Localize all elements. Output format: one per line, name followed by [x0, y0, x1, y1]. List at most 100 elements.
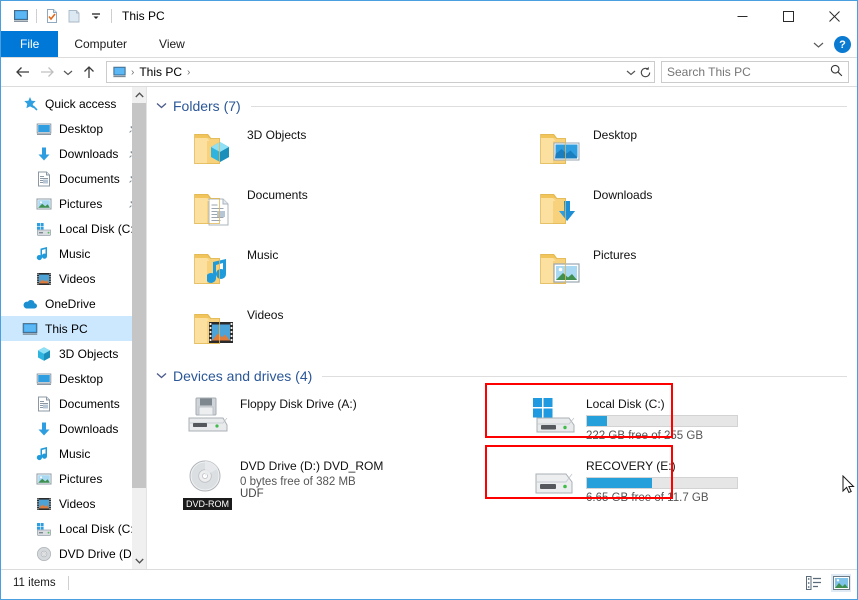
sidebar-item-documents[interactable]: Documents: [1, 166, 146, 191]
sidebar-item-onedrive[interactable]: OneDrive: [1, 291, 146, 316]
toolbar-divider: [36, 9, 37, 23]
folder-name: Documents: [247, 188, 308, 202]
sidebar-item-music[interactable]: Music: [1, 441, 146, 466]
sidebar-item-label: This PC: [45, 321, 88, 336]
item-count-label: 11 items: [13, 577, 56, 589]
folder-name: Desktop: [593, 128, 638, 142]
folder-tile[interactable]: Music: [155, 241, 501, 301]
chevron-down-icon[interactable]: [155, 370, 167, 382]
drive-info: Local Disk (C:) 222 GB free of 255 GB: [586, 397, 738, 442]
floppy-drive-icon: [185, 396, 233, 444]
sidebar-item-label: Music: [59, 446, 91, 461]
sidebar-item-label: DVD Drive (D:) D: [59, 546, 140, 561]
sidebar-item-label: 3D Objects: [59, 346, 119, 361]
search-input[interactable]: [667, 65, 827, 79]
details-view-icon[interactable]: [804, 574, 824, 592]
this-pc-icon: [22, 321, 38, 337]
this-pc-icon[interactable]: [10, 5, 32, 27]
tab-view[interactable]: View: [143, 31, 201, 57]
scrollbar-thumb[interactable]: [132, 103, 146, 488]
refresh-icon[interactable]: [639, 62, 652, 82]
nav-scrollbar[interactable]: [132, 87, 146, 569]
sidebar-item-desktop[interactable]: Desktop: [1, 366, 146, 391]
close-button[interactable]: [811, 1, 857, 31]
up-button[interactable]: [77, 60, 101, 84]
desktop-icon: [36, 371, 52, 387]
chevron-down-icon[interactable]: [155, 100, 167, 112]
sidebar-item-label: Local Disk (C:): [59, 521, 138, 536]
sidebar-item-local-disk-c[interactable]: Local Disk (C:): [1, 216, 146, 241]
sidebar-item-local-disk-c[interactable]: Local Disk (C:): [1, 516, 146, 541]
group-divider-line: [250, 105, 847, 107]
maximize-button[interactable]: [765, 1, 811, 31]
navigation-list: Quick access Desktop Downloads Documents Pic…: [1, 91, 146, 566]
music-icon: [36, 246, 52, 262]
sidebar-item-label: Quick access: [45, 96, 117, 111]
folder-tile[interactable]: Desktop: [501, 121, 847, 181]
recent-locations-chevron-icon[interactable]: [59, 60, 77, 84]
drive-free-space: 222 GB free of 255 GB: [586, 430, 703, 442]
drive-info: DVD Drive (D:) DVD_ROM 0 bytes free of 38…: [240, 459, 383, 500]
folder-name: Music: [247, 248, 279, 262]
sidebar-item-this-pc[interactable]: This PC: [1, 316, 146, 341]
folder-tile[interactable]: Documents: [155, 181, 501, 241]
tab-file[interactable]: File: [1, 31, 59, 57]
customize-chevron-icon[interactable]: [85, 5, 107, 27]
help-icon[interactable]: ?: [834, 36, 851, 53]
sidebar-item-quick-access[interactable]: Quick access: [1, 91, 146, 116]
capacity-bar: [586, 415, 738, 427]
drive-tile[interactable]: Local Disk (C:) 222 GB free of 255 GB: [501, 391, 847, 453]
group-title-devices: Devices and drives (4): [173, 368, 313, 384]
search-box[interactable]: [661, 61, 849, 83]
status-bar: 11 items: [1, 569, 857, 596]
breadcrumb-item-this-pc[interactable]: This PC: [139, 65, 182, 79]
sidebar-item-downloads[interactable]: Downloads: [1, 141, 146, 166]
drive-icon: [36, 221, 52, 237]
folder-tile[interactable]: 3D Objects: [155, 121, 501, 181]
forward-button[interactable]: [35, 60, 59, 84]
drive-name: DVD Drive (D:) DVD_ROM: [240, 459, 384, 473]
sidebar-item-videos[interactable]: Videos: [1, 491, 146, 516]
capacity-bar-fill: [587, 478, 652, 488]
breadcrumb-dropdown-icon[interactable]: [626, 62, 636, 82]
folder-tile[interactable]: Downloads: [501, 181, 847, 241]
breadcrumb-separator-2[interactable]: ›: [187, 67, 190, 78]
scroll-down-arrow-icon[interactable]: [132, 553, 146, 569]
expand-ribbon-chevron-icon[interactable]: [811, 38, 825, 52]
sidebar-item-pictures[interactable]: Pictures: [1, 191, 146, 216]
sidebar-item-label: Desktop: [59, 371, 104, 386]
sidebar-item-label: OneDrive: [45, 296, 96, 311]
scrollbar-track[interactable]: [132, 103, 146, 553]
sidebar-item-pictures[interactable]: Pictures: [1, 466, 146, 491]
drive-tile[interactable]: Floppy Disk Drive (A:): [155, 391, 501, 453]
sidebar-item-music[interactable]: Music: [1, 241, 146, 266]
drive-tile[interactable]: RECOVERY (E:) 6.65 GB free of 11.7 GB: [501, 453, 847, 515]
folder-tile[interactable]: Videos: [155, 301, 501, 361]
large-icons-view-icon[interactable]: [831, 574, 851, 592]
search-icon[interactable]: [830, 64, 843, 80]
music-icon: [36, 446, 52, 462]
group-title-folders: Folders (7): [173, 98, 241, 114]
properties-icon[interactable]: [41, 5, 63, 27]
folder-tile-text: Downloads: [593, 188, 652, 202]
minimize-button[interactable]: [719, 1, 765, 31]
sidebar-item-desktop[interactable]: Desktop: [1, 116, 146, 141]
back-button[interactable]: [11, 60, 35, 84]
sidebar-item-3d-objects[interactable]: 3D Objects: [1, 341, 146, 366]
group-header-folders[interactable]: Folders (7): [155, 95, 847, 117]
folder-tile[interactable]: Pictures: [501, 241, 847, 301]
sidebar-item-videos[interactable]: Videos: [1, 266, 146, 291]
sidebar-item-documents[interactable]: Documents: [1, 391, 146, 416]
sidebar-item-dvd-drive-d-d[interactable]: DVD Drive (D:) D: [1, 541, 146, 566]
breadcrumb[interactable]: › This PC ›: [106, 61, 655, 83]
new-folder-icon[interactable]: [63, 5, 85, 27]
drive-tile[interactable]: DVD-ROM DVD Drive (D:) DVD_ROM 0 bytes fre…: [155, 453, 501, 515]
group-header-devices[interactable]: Devices and drives (4): [155, 365, 847, 387]
breadcrumb-separator-1[interactable]: ›: [131, 67, 134, 78]
tab-computer[interactable]: Computer: [58, 31, 143, 57]
sidebar-item-label: Music: [59, 246, 91, 261]
sidebar-item-label: Videos: [59, 271, 96, 286]
scroll-up-arrow-icon[interactable]: [132, 87, 146, 103]
sidebar-item-downloads[interactable]: Downloads: [1, 416, 146, 441]
pictures-icon: [36, 471, 52, 487]
